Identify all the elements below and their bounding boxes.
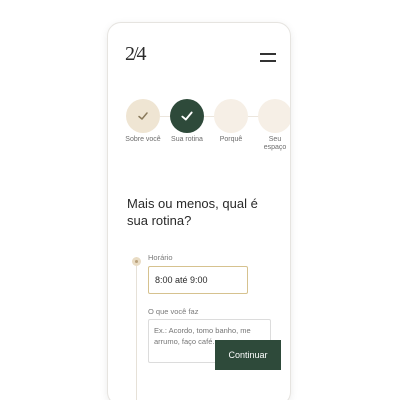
step-label: Sua rotina	[171, 136, 203, 143]
check-icon	[138, 112, 148, 120]
timeline-line	[136, 257, 137, 400]
step-label: Seu espaço	[263, 136, 287, 151]
step-circle-todo	[214, 99, 248, 133]
step-circle-done	[126, 99, 160, 133]
question-heading: Mais ou menos, qual é sua rotina?	[127, 196, 258, 228]
step-label: Porquê	[219, 136, 243, 143]
step-sua-rotina[interactable]: Sua rotina	[169, 99, 205, 144]
check-icon	[181, 111, 193, 121]
continue-button[interactable]: Continuar	[215, 340, 281, 370]
step-seu-espaco[interactable]: Seu espaço	[257, 99, 290, 152]
logo: 2/4	[125, 43, 155, 71]
schedule-label: Horário	[148, 253, 173, 262]
progress-steps: Sobre você Sua rotina Porquê Seu espaço	[108, 99, 290, 159]
schedule-input[interactable]: 8:00 até 9:00	[148, 266, 248, 294]
step-label: Sobre você	[125, 136, 161, 143]
logo-text: 2/4	[125, 43, 147, 65]
timeline-dot	[132, 257, 141, 266]
step-porque[interactable]: Porquê	[213, 99, 249, 144]
phone-frame: 2/4 Sobre você Sua rotina Porquê Seu esp…	[107, 22, 291, 400]
step-sobre-voce[interactable]: Sobre você	[125, 99, 161, 144]
step-circle-current	[170, 99, 204, 133]
step-circle-todo	[258, 99, 290, 133]
activity-label: O que você faz	[148, 307, 199, 316]
hamburger-icon[interactable]	[260, 52, 276, 62]
